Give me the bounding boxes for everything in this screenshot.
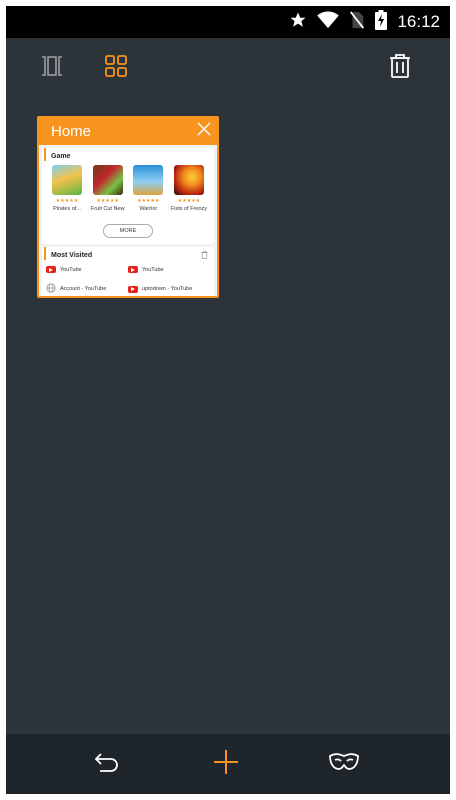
game-item[interactable]: ★★★★★ Pirates of... [47,165,87,212]
game-section-title: Game [44,148,214,161]
add-tab-icon [213,749,239,780]
game-icon-fists-of-frenzy [173,165,204,195]
game-name: Fruit Cut New [90,206,125,212]
no-sim-icon [349,10,365,34]
globe-icon [46,283,56,295]
close-icon [197,122,211,140]
visited-item[interactable]: YouTube [128,266,210,273]
grid-view-icon [104,54,128,83]
tab-card-title: Home [51,123,92,140]
list-view-icon [40,54,64,83]
status-bar: 16:12 [6,6,450,38]
youtube-icon [128,266,138,273]
game-item[interactable]: ★★★★★ Fruit Cut New [88,165,128,212]
add-tab-button[interactable] [208,746,244,782]
most-visited-title: Most Visited [44,247,214,260]
game-icon-pirates [52,165,82,195]
more-games-button[interactable]: MORE [103,224,153,238]
tab-card-header: Home [39,118,217,145]
tab-card-home[interactable]: Home Game ★★★★★ Pirates of... ★★★★★ Frui… [37,116,219,298]
back-icon [94,751,120,778]
game-name: Fists of Frenzy [170,206,207,212]
trash-icon [388,53,412,84]
game-item[interactable]: ★★★★★ Warrior [128,165,168,212]
list-view-button[interactable] [34,50,70,86]
game-name: Warrior [139,206,158,212]
grid-view-button[interactable] [98,50,134,86]
visited-item[interactable]: uptodown - YouTube [128,283,210,295]
rating-stars: ★★★★★ [137,198,160,204]
tabs-toolbar [6,38,450,98]
game-name: Pirates of... [53,206,81,212]
rating-stars: ★★★★★ [96,198,119,204]
most-visited-list: YouTube YouTube Account - YouTube uptodo… [42,260,214,295]
close-tab-button[interactable] [197,122,211,141]
incognito-button[interactable] [326,746,362,782]
game-icon-warrior [133,165,164,195]
rating-stars: ★★★★★ [55,198,79,204]
most-visited-section: Most Visited YouTube YouTube Account - Y… [42,247,214,296]
clock-time: 16:12 [397,12,440,31]
tab-preview: Game ★★★★★ Pirates of... ★★★★★ Fruit Cut… [39,145,217,296]
close-all-tabs-button[interactable] [382,50,418,86]
game-item[interactable]: ★★★★★ Fists of Frenzy [169,165,209,212]
visited-item[interactable]: Account - YouTube [46,283,128,295]
tabs-screen: 16:12 Home Game ★★★★★ Pirates of... ★★★★… [6,6,450,794]
rating-stars: ★★★★★ [177,198,201,204]
game-section: Game ★★★★★ Pirates of... ★★★★★ Fruit Cut… [42,148,214,244]
visited-item[interactable]: YouTube [46,266,128,273]
bottom-toolbar [6,734,450,794]
battery-charging-icon [375,9,388,35]
game-list: ★★★★★ Pirates of... ★★★★★ Fruit Cut New … [42,161,214,212]
youtube-icon [46,266,56,273]
game-icon-fruit-cut [92,165,123,195]
back-button[interactable] [89,746,125,782]
wifi-icon [317,10,340,34]
incognito-mask-icon [329,752,359,777]
delete-history-icon[interactable] [201,251,208,260]
star-icon [289,11,307,34]
youtube-icon [128,285,138,293]
